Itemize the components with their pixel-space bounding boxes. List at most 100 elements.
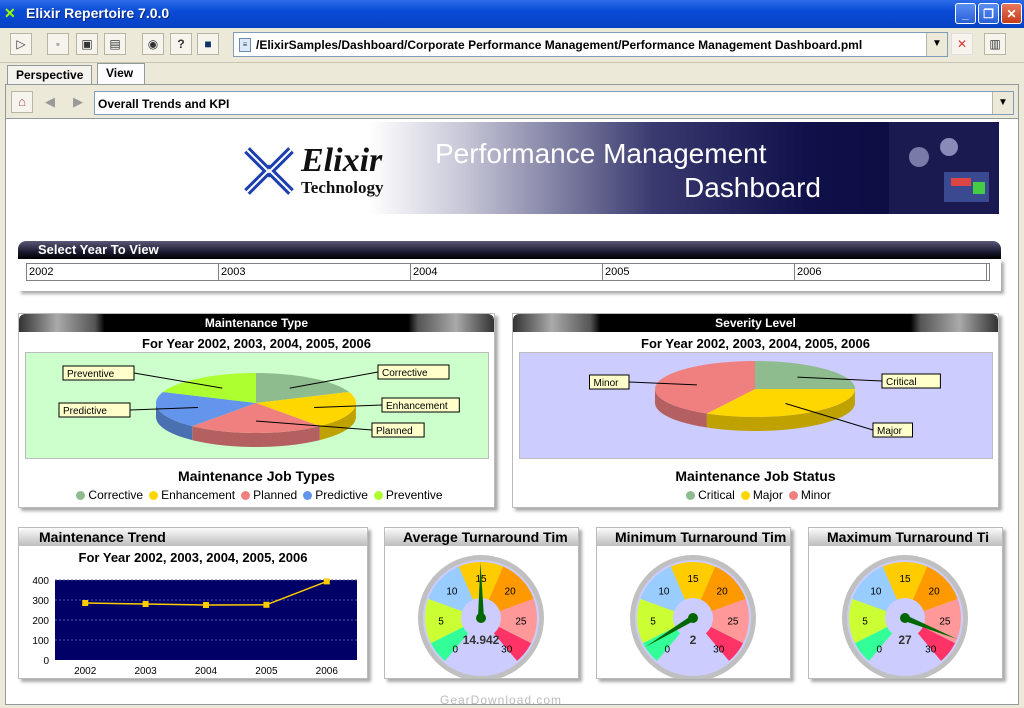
pie-label: Minor (594, 378, 620, 389)
trend-xtick: 2002 (74, 666, 97, 677)
pie-label: Corrective (382, 368, 428, 379)
min-turnaround-title: Minimum Turnaround Tim (597, 528, 790, 546)
year-select-panel: 2002 2003 2004 2005 2006 (18, 259, 1001, 291)
gauge-tick-label: 0 (453, 645, 459, 656)
legend-swatch (740, 491, 750, 500)
connect-icon[interactable]: ◉ (142, 33, 164, 55)
window-title: Elixir Repertoire 7.0.0 (26, 5, 170, 21)
legend-swatch (76, 491, 86, 500)
minimize-button[interactable]: _ (955, 3, 976, 24)
gauge-tick-label: 20 (929, 587, 941, 598)
legend-label: Enhancement (161, 488, 236, 502)
severity-panel: Severity Level For Year 2002, 2003, 2004… (512, 313, 999, 508)
severity-plot: Critical Major Minor (519, 352, 993, 459)
gauge-tick-label: 15 (687, 574, 699, 585)
remove-icon[interactable]: ✕ (951, 33, 973, 55)
tab-view[interactable]: View (97, 63, 145, 84)
severity-subtitle: For Year 2002, 2003, 2004, 2005, 2006 (641, 336, 870, 351)
maintenance-type-title: Maintenance Type (19, 314, 494, 332)
dashboard-content: Elixir Technology Performance Management… (5, 118, 1019, 705)
severity-title: Severity Level (513, 314, 998, 332)
watermark: GearDownload.com (440, 693, 563, 707)
gauge-tick-label: 30 (925, 645, 937, 656)
trend-xtick: 2006 (316, 666, 339, 677)
view-selector[interactable]: Overall Trends and KPI ▼ (94, 91, 1014, 115)
chevron-down-icon[interactable]: ▼ (992, 92, 1013, 114)
gauge-tick-label: 25 (727, 616, 739, 627)
trend-panel: Maintenance Trend For Year 2002, 2003, 2… (18, 527, 368, 679)
legend-swatch (241, 491, 251, 500)
properties-icon[interactable]: ▤ (104, 33, 126, 55)
gauge-tick-label: 25 (939, 616, 951, 627)
year-option[interactable]: 2005 (603, 264, 795, 280)
pie-label: Enhancement (386, 401, 448, 412)
trend-subtitle: For Year 2002, 2003, 2004, 2005, 2006 (78, 550, 308, 565)
trend-point (323, 578, 330, 585)
severity-pie: Critical Major Minor (589, 361, 941, 438)
legend-swatch (373, 491, 383, 500)
trend-chart: 0 100 200 300 400 2002 2003 2004 2005 2006 (32, 576, 357, 677)
tab-perspective[interactable]: Perspective (7, 65, 93, 84)
help-icon[interactable]: ? (170, 33, 192, 55)
trend-point (263, 601, 270, 608)
trend-xtick: 2003 (134, 666, 157, 677)
legend-label: Predictive (315, 488, 368, 502)
close-button[interactable]: ✕ (1001, 3, 1022, 24)
legend-label: Preventive (385, 488, 443, 502)
trend-ytick: 400 (32, 576, 49, 587)
legend-label: Critical (698, 488, 735, 502)
gauge-pivot (900, 613, 910, 623)
year-select-label: Select Year To View (38, 242, 159, 257)
gauge-tick-label: 20 (717, 587, 729, 598)
gauge-tick-label: 0 (665, 645, 671, 656)
max-turnaround-panel: Maximum Turnaround Ti 0 5 10 15 20 25 30 27 (808, 527, 1003, 679)
severity-chart-title: Maintenance Job Status (675, 468, 836, 484)
maintenance-type-chart-title: Maintenance Job Types (178, 468, 335, 484)
legend-label: Minor (800, 488, 831, 502)
banner-subtitle: Dashboard (684, 172, 821, 203)
max-turnaround-gauge: 0 5 10 15 20 25 30 27 (842, 555, 968, 678)
window-titlebar: ✕ Elixir Repertoire 7.0.0 _ ❐ ✕ (0, 0, 1024, 28)
pie-slice (755, 361, 855, 389)
elixir-logo: Elixir Technology (239, 142, 399, 202)
maintenance-type-plot: Corrective Enhancement Planned Predictive Pr… (25, 352, 489, 459)
gauge-tick-label: 5 (862, 616, 868, 627)
maintenance-type-legend: Corrective Enhancement Planned Predictive Pr… (19, 488, 494, 502)
year-option[interactable]: 2006 (795, 264, 987, 280)
pie-label: Major (877, 426, 903, 437)
gauge-value: 2 (690, 633, 697, 647)
trend-ytick: 200 (32, 616, 49, 627)
year-option[interactable]: 2002 (27, 264, 219, 280)
save-icon[interactable]: ▪ (47, 33, 69, 55)
screen-icon[interactable]: ■ (197, 33, 219, 55)
run-icon[interactable]: ▷ (10, 33, 32, 55)
path-text: /ElixirSamples/Dashboard/Corporate Perfo… (256, 38, 863, 52)
home-icon[interactable]: ⌂ (11, 91, 33, 113)
gauge-value: 27 (898, 633, 912, 647)
back-icon[interactable]: ◀ (39, 91, 61, 113)
gauge-tick-label: 25 (515, 616, 527, 627)
forward-icon[interactable]: ▶ (67, 91, 89, 113)
brand-subtitle: Technology (301, 178, 384, 197)
maximize-button[interactable]: ❐ (978, 3, 999, 24)
pie-label: Planned (376, 426, 413, 437)
min-turnaround-gauge: 0 5 10 15 20 25 30 2 (630, 555, 756, 678)
panel-layout-icon[interactable]: ▥ (984, 33, 1006, 55)
path-selector[interactable]: ≡ /ElixirSamples/Dashboard/Corporate Per… (233, 32, 948, 57)
year-option[interactable]: 2004 (411, 264, 603, 280)
gauge-pivot (688, 613, 698, 623)
file-icon: ≡ (239, 38, 251, 52)
pie-label: Preventive (67, 369, 115, 380)
gauge-tick-label: 30 (713, 645, 725, 656)
trend-xtick: 2005 (255, 666, 278, 677)
min-turnaround-panel: Minimum Turnaround Tim 0 5 10 15 20 25 30 2 (596, 527, 791, 679)
gauge-tick-label: 10 (870, 587, 882, 598)
chevron-down-icon[interactable]: ▼ (926, 33, 947, 56)
year-option[interactable]: 2003 (219, 264, 411, 280)
save-as-icon[interactable]: ▣ (76, 33, 98, 55)
legend-label: Corrective (88, 488, 144, 502)
legend-swatch (303, 491, 313, 500)
gauge-tick-label: 15 (899, 574, 911, 585)
legend-label: Planned (253, 488, 298, 502)
severity-legend: Critical Major Minor (513, 488, 998, 502)
